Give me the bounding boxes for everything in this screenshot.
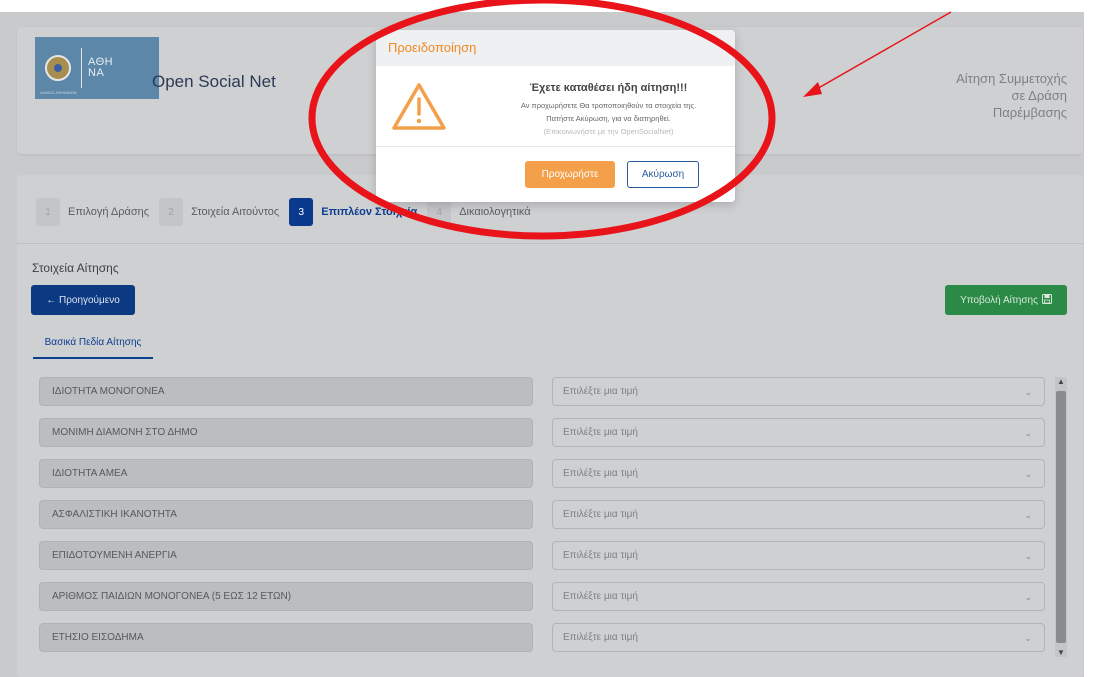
select-placeholder: Επιλέξτε μια τιμή [563,509,638,520]
warning-icon [392,83,446,130]
field-row: ΕΠΙΔΟΤΟΥΜΕΝΗ ΑΝΕΡΓΙΑ Επιλέξτε μια τιμή ⌄ [39,541,1049,570]
step-label: Δικαιολογητικά [459,206,531,218]
submit-label: Υποβολή Αίτησης [960,294,1038,306]
step-label: Επιλογή Δράσης [68,206,150,218]
chevron-down-icon: ⌄ [1024,469,1032,479]
scrollbar-thumb[interactable] [1056,391,1066,643]
field-label: ΙΔΙΟΤΗΤΑ ΑΜΕΑ [39,459,533,488]
select-placeholder: Επιλέξτε μια τιμή [563,468,638,479]
emblem-icon [45,55,71,81]
brand-title: Open Social Net [152,72,276,91]
field-row: ΜΟΝΙΜΗ ΔΙΑΜΟΝΗ ΣΤΟ ΔΗΜΟ Επιλέξτε μια τιμ… [39,418,1049,447]
step-3[interactable]: 3 Επιπλέον Στοιχεία [289,198,417,226]
modal-heading: Έχετε καταθέσει ήδη αίτηση!!! [529,82,688,94]
top-strip [0,0,1094,12]
chevron-down-icon: ⌄ [1024,592,1032,602]
action-title: Αίτηση Συμμετοχής σε Δράση Παρέμβασης [956,71,1067,120]
chevron-down-icon: ⌄ [1024,387,1032,397]
field-label: ΕΠΙΔΟΤΟΥΜΕΝΗ ΑΝΕΡΓΙΑ [39,541,533,570]
tab-basic-fields[interactable]: Βασικά Πεδία Αίτησης [33,333,153,359]
field-label: ΜΟΝΙΜΗ ΔΙΑΜΟΝΗ ΣΤΟ ΔΗΜΟ [39,418,533,447]
step-label: Επιπλέον Στοιχεία [321,206,418,218]
select-placeholder: Επιλέξτε μια τιμή [563,386,638,397]
select-placeholder: Επιλέξτε μια τιμή [563,591,638,602]
field-select[interactable]: Επιλέξτε μια τιμή ⌄ [552,418,1045,447]
modal-line3: (Επικοινωνήστε με την OpenSocialNet) [543,127,674,136]
step-number: 2 [159,198,184,226]
field-row: ΑΡΙΘΜΟΣ ΠΑΙΔΙΩΝ ΜΟΝΟΓΟΝΕΑ (5 ΕΩΣ 12 ΕΤΩΝ… [39,582,1049,611]
field-select[interactable]: Επιλέξτε μια τιμή ⌄ [552,377,1045,406]
vertical-scrollbar[interactable]: ▲ ▼ [1055,377,1067,657]
step-2[interactable]: 2 Στοιχεία Αιτούντος [159,198,279,226]
field-row: ΑΣΦΑΛΙΣΤΙΚΗ ΙΚΑΝΟΤΗΤΑ Επιλέξτε μια τιμή ⌄ [39,500,1049,529]
chevron-down-icon: ⌄ [1024,428,1032,438]
logo-text-line2: ΝΑ [88,67,105,79]
step-number: 3 [289,198,314,226]
field-label: ΕΤΗΣΙΟ ΕΙΣΟΔΗΜΑ [39,623,533,652]
logo-text: ΑΘΗ ΝΑ [88,57,113,79]
logo-divider [81,48,82,88]
athens-logo[interactable]: ΑΘΗ ΝΑ ΔΗΜΟΣ ΑΘΗΝΑΙΩΝ [35,37,159,99]
modal-divider [376,146,735,147]
select-placeholder: Επιλέξτε μια τιμή [563,550,638,561]
field-select[interactable]: Επιλέξτε μια τιμή ⌄ [552,623,1045,652]
field-label: ΑΣΦΑΛΙΣΤΙΚΗ ΙΚΑΝΟΤΗΤΑ [39,500,533,529]
scroll-up-icon[interactable]: ▲ [1055,377,1067,386]
section-divider [17,243,1083,244]
field-row: ΙΔΙΟΤΗΤΑ ΜΟΝΟΓΟΝΕΑ Επιλέξτε μια τιμή ⌄ [39,377,1049,406]
step-label: Στοιχεία Αιτούντος [191,206,280,218]
warning-modal: Προειδοποίηση Έχετε καταθέσει ήδη αίτηση… [376,30,735,202]
step-4[interactable]: 4 Δικαιολογητικά [427,198,531,226]
right-strip [1084,0,1094,677]
modal-line1: Αν προχωρήσετε Θα τροποποιηθούν τα στοιχ… [520,101,697,110]
cancel-button[interactable]: Ακύρωση [627,161,699,188]
scroll-down-icon[interactable]: ▼ [1055,648,1067,657]
chevron-down-icon: ⌄ [1024,633,1032,643]
chevron-down-icon: ⌄ [1024,551,1032,561]
field-select[interactable]: Επιλέξτε μια τιμή ⌄ [552,459,1045,488]
modal-body: Έχετε καταθέσει ήδη αίτηση!!! Αν προχωρή… [486,82,731,138]
modal-line2: Πατήστε Ακύρωση, για να διατηρηθεί. [546,114,671,123]
field-label: ΑΡΙΘΜΟΣ ΠΑΙΔΙΩΝ ΜΟΝΟΓΟΝΕΑ (5 ΕΩΣ 12 ΕΤΩΝ… [39,582,533,611]
proceed-button[interactable]: Προχωρήστε [525,161,615,188]
field-row: ΕΤΗΣΙΟ ΕΙΣΟΔΗΜΑ Επιλέξτε μια τιμή ⌄ [39,623,1049,652]
submit-application-button[interactable]: Υποβολή Αίτησης [945,285,1067,315]
field-row: ΙΔΙΟΤΗΤΑ ΑΜΕΑ Επιλέξτε μια τιμή ⌄ [39,459,1049,488]
save-icon [1041,293,1052,307]
select-placeholder: Επιλέξτε μια τιμή [563,632,638,643]
step-number: 4 [427,198,452,226]
field-select[interactable]: Επιλέξτε μια τιμή ⌄ [552,541,1045,570]
select-placeholder: Επιλέξτε μια τιμή [563,427,638,438]
chevron-down-icon: ⌄ [1024,510,1032,520]
field-label: ΙΔΙΟΤΗΤΑ ΜΟΝΟΓΟΝΕΑ [39,377,533,406]
section-label: Στοιχεία Αίτησης [32,261,119,275]
field-select[interactable]: Επιλέξτε μια τιμή ⌄ [552,500,1045,529]
modal-title: Προειδοποίηση [388,40,477,55]
field-select[interactable]: Επιλέξτε μια τιμή ⌄ [552,582,1045,611]
step-1[interactable]: 1 Επιλογή Δράσης [36,198,149,226]
previous-button[interactable]: ← Προηγούμενο [31,285,135,315]
step-number: 1 [36,198,60,226]
logo-caption: ΔΗΜΟΣ ΑΘΗΝΑΙΩΝ [40,90,77,95]
